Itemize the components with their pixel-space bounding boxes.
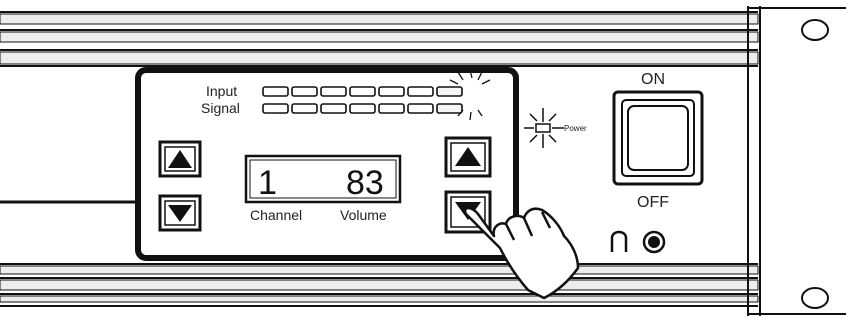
channel-readout: 1 [258,164,277,202]
power-off-label: OFF [637,194,669,211]
meter-segment-input [262,86,289,97]
volume-up-button[interactable] [444,136,492,178]
meter-segment-signal [378,103,405,114]
meter-segment-signal [436,103,463,114]
meter-label-input: Input [206,83,237,99]
channel-caption: Channel [250,207,302,223]
meter-segment-input [378,86,405,97]
meter-segment-signal [320,103,347,114]
channel-down-button[interactable] [158,194,202,232]
headphone-jack[interactable] [642,230,666,254]
meter-segment-input [436,86,463,97]
meter-segment-input [291,86,318,97]
rack-unit-diagram: Input Signal 1 83 Channel Volume Power O… [0,0,848,322]
meter-label-signal: Signal [201,100,240,116]
meter-segment-input [349,86,376,97]
meter-segment-signal [262,103,289,114]
channel-up-button[interactable] [158,140,202,178]
meter-segment-signal [407,103,434,114]
meter-row-signal [262,103,463,114]
volume-caption: Volume [340,207,387,223]
meter-segment-input [320,86,347,97]
meter-segment-signal [291,103,318,114]
rack-hole-top [801,19,829,41]
power-led-label: Power [564,124,587,133]
power-on-label: ON [641,71,665,88]
lcd-display: 1 83 [244,154,402,204]
power-switch-button[interactable] [612,90,704,186]
meter-segment-input [407,86,434,97]
meter-row-input [262,86,463,97]
meter-segment-signal [349,103,376,114]
volume-readout: 83 [346,164,384,202]
rack-hole-bottom [801,287,829,309]
